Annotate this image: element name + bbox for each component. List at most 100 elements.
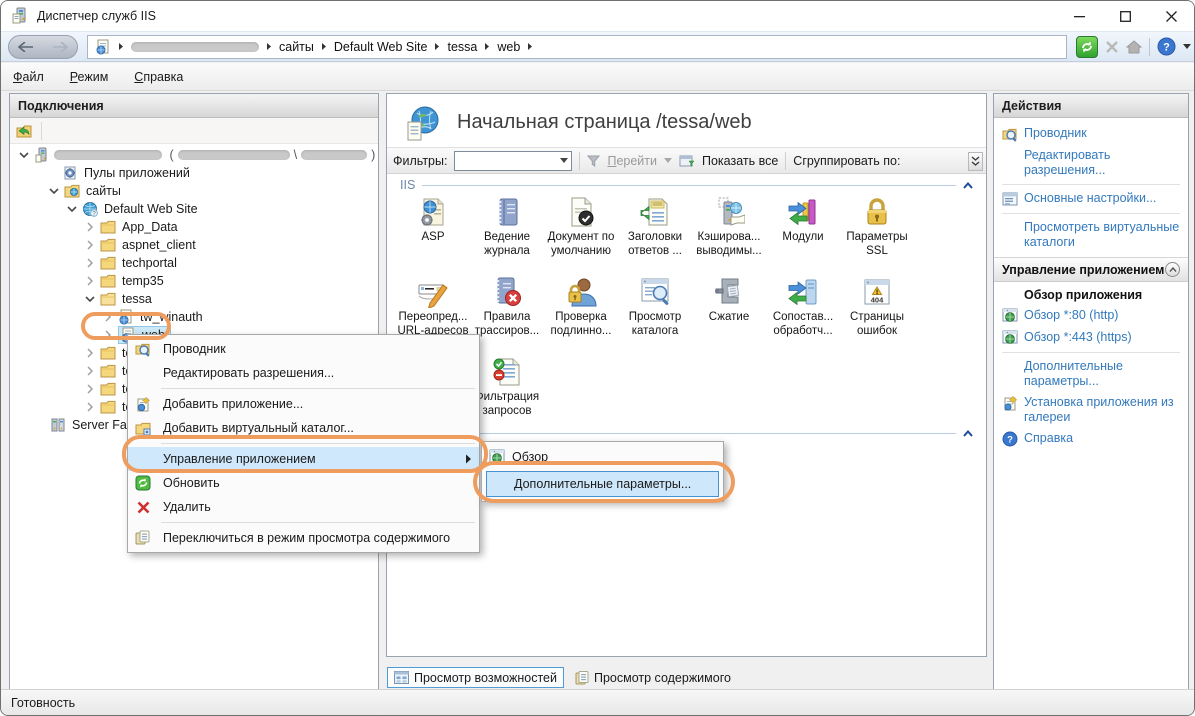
feature-response-headers[interactable]: Заголовки ответов ... bbox=[618, 190, 692, 258]
expander-down-icon[interactable] bbox=[66, 206, 78, 213]
feature-url-rewrite[interactable]: Переопред... URL-адресов bbox=[396, 270, 470, 338]
expander-right-icon[interactable] bbox=[102, 312, 114, 322]
feature-default-document[interactable]: Документ по умолчанию bbox=[544, 190, 618, 258]
help-dropdown-icon[interactable] bbox=[1183, 44, 1191, 49]
action-explorer[interactable]: Проводник bbox=[1002, 123, 1180, 145]
expander-right-icon[interactable] bbox=[102, 330, 114, 340]
action-edit-permissions[interactable]: Редактировать разрешения... bbox=[1002, 145, 1180, 181]
context-item-manage-application[interactable]: Управление приложением bbox=[128, 447, 479, 471]
action-browse-80[interactable]: Обзор *:80 (http) bbox=[1002, 305, 1180, 327]
back-icon[interactable] bbox=[18, 42, 34, 52]
refresh-icon[interactable] bbox=[1076, 36, 1098, 58]
tree-item-server[interactable]: ( \ ) bbox=[10, 146, 378, 164]
context-item-explorer[interactable]: Проводник bbox=[128, 337, 479, 361]
context-item-add-application[interactable]: Добавить приложение... bbox=[128, 392, 479, 416]
action-browse-443[interactable]: Обзор *:443 (https) bbox=[1002, 327, 1180, 349]
action-install-from-gallery[interactable]: Установка приложения из галереи bbox=[1002, 392, 1180, 428]
crumb-web[interactable]: web bbox=[497, 40, 520, 54]
close-button[interactable] bbox=[1148, 1, 1194, 31]
gallery-install-icon bbox=[1002, 395, 1018, 411]
context-item-switch-to-content-view[interactable]: Переключиться в режим просмотра содержим… bbox=[128, 526, 479, 550]
expander-right-icon[interactable] bbox=[84, 276, 96, 286]
expander-down-icon[interactable] bbox=[18, 152, 30, 159]
feature-handler-mappings[interactable]: Сопостав... обработч... bbox=[766, 270, 840, 338]
stop-icon[interactable] bbox=[1105, 40, 1119, 54]
tree-item-tessa[interactable]: tessa bbox=[10, 290, 378, 308]
feature-compression[interactable]: Сжатие bbox=[692, 270, 766, 338]
go-dropdown-icon[interactable] bbox=[664, 158, 672, 163]
feature-label: Проверка подлинно... bbox=[544, 310, 618, 338]
action-view-virtual-directories[interactable]: Просмотреть виртуальные каталоги bbox=[1002, 217, 1180, 253]
expander-right-icon[interactable] bbox=[84, 240, 96, 250]
actions-group-manage-application[interactable]: Управление приложением bbox=[994, 257, 1188, 282]
tree-item-aspnet-client[interactable]: aspnet_client bbox=[10, 236, 378, 254]
tree-item-techportal[interactable]: techportal bbox=[10, 254, 378, 272]
expander-right-icon[interactable] bbox=[84, 366, 96, 376]
expander-right-icon[interactable] bbox=[84, 402, 96, 412]
funnel-icon bbox=[587, 155, 600, 167]
feature-logging[interactable]: Ведение журнала bbox=[470, 190, 544, 258]
breadcrumb[interactable]: сайты Default Web Site tessa web bbox=[87, 35, 1067, 59]
feature-request-filtering[interactable]: Фильтрация запросов bbox=[470, 350, 544, 418]
menu-file[interactable]: Файл bbox=[13, 70, 44, 84]
group-divider bbox=[400, 433, 956, 434]
collapse-group-icon[interactable] bbox=[963, 182, 973, 189]
feature-error-pages[interactable]: 404 Страницы ошибок bbox=[840, 270, 914, 338]
menu-help[interactable]: Справка bbox=[134, 70, 183, 84]
action-advanced-settings[interactable]: Дополнительные параметры... bbox=[1002, 356, 1180, 392]
view-tabs: Просмотр возможностей Просмотр содержимо… bbox=[387, 667, 737, 688]
connections-header: Подключения bbox=[10, 94, 378, 118]
tree-item-tw-winauth[interactable]: tw_winauth bbox=[10, 308, 378, 326]
context-item-edit-permissions[interactable]: Редактировать разрешения... bbox=[128, 361, 479, 385]
filter-combobox[interactable] bbox=[454, 151, 572, 171]
submenu-item-advanced-settings[interactable]: Дополнительные параметры... bbox=[486, 471, 719, 497]
home-icon[interactable] bbox=[1126, 40, 1142, 54]
expander-right-icon[interactable] bbox=[84, 222, 96, 232]
feature-authentication[interactable]: Проверка подлинно... bbox=[544, 270, 618, 338]
forward-icon[interactable] bbox=[52, 42, 68, 52]
crumb-default-web-site[interactable]: Default Web Site bbox=[334, 40, 428, 54]
feature-label: Документ по умолчанию bbox=[544, 230, 618, 258]
expand-toolbar-icon[interactable] bbox=[968, 152, 983, 171]
feature-ssl-settings[interactable]: Параметры SSL bbox=[840, 190, 914, 258]
feature-asp[interactable]: ASP bbox=[396, 190, 470, 258]
action-basic-settings[interactable]: Основные настройки... bbox=[1002, 188, 1180, 210]
tab-content-view[interactable]: Просмотр содержимого bbox=[569, 667, 737, 688]
feature-directory-browsing[interactable]: Просмотр каталога bbox=[618, 270, 692, 338]
tree-item-app-pools[interactable]: Пулы приложений bbox=[10, 164, 378, 182]
expander-right-icon[interactable] bbox=[84, 348, 96, 358]
address-bar: сайты Default Web Site tessa web ? bbox=[1, 31, 1194, 62]
submenu-item-browse[interactable]: Обзор bbox=[482, 444, 723, 469]
actions-header: Действия bbox=[994, 94, 1188, 118]
action-help[interactable]: ? Справка bbox=[1002, 428, 1180, 450]
folder-icon bbox=[100, 255, 116, 271]
tree-item-default-web-site[interactable]: ? Default Web Site bbox=[10, 200, 378, 218]
actions-separator bbox=[1002, 213, 1180, 214]
tree-item-app-data[interactable]: App_Data bbox=[10, 218, 378, 236]
expander-right-icon[interactable] bbox=[84, 258, 96, 268]
feature-output-caching[interactable]: Кэширова... выводимы... bbox=[692, 190, 766, 258]
context-item-add-virtual-directory[interactable]: Добавить виртуальный каталог... bbox=[128, 416, 479, 440]
save-connection-icon[interactable] bbox=[15, 122, 33, 140]
collapse-group-icon[interactable] bbox=[963, 430, 973, 437]
feature-modules[interactable]: Модули bbox=[766, 190, 840, 258]
expander-down-icon[interactable] bbox=[84, 296, 96, 303]
maximize-button[interactable] bbox=[1102, 1, 1148, 31]
collapse-section-icon[interactable] bbox=[1165, 262, 1180, 277]
submenu-item-label: Обзор bbox=[512, 450, 548, 464]
menu-view[interactable]: Режим bbox=[70, 70, 109, 84]
feature-tracing-rules[interactable]: Правила трассиров... bbox=[470, 270, 544, 338]
crumb-tessa[interactable]: tessa bbox=[447, 40, 477, 54]
tree-item-sites[interactable]: сайты bbox=[10, 182, 378, 200]
minimize-button[interactable] bbox=[1056, 1, 1102, 31]
context-item-delete[interactable]: Удалить bbox=[128, 495, 479, 519]
expander-right-icon[interactable] bbox=[84, 384, 96, 394]
show-all-button[interactable]: Показать все bbox=[702, 154, 778, 168]
tree-item-temp35[interactable]: temp35 bbox=[10, 272, 378, 290]
expander-down-icon[interactable] bbox=[48, 188, 60, 195]
help-icon[interactable]: ? bbox=[1157, 37, 1176, 56]
crumb-sites[interactable]: сайты bbox=[279, 40, 314, 54]
tab-features-view[interactable]: Просмотр возможностей bbox=[387, 667, 564, 688]
context-item-refresh[interactable]: Обновить bbox=[128, 471, 479, 495]
go-button[interactable]: Перейти bbox=[607, 154, 657, 168]
